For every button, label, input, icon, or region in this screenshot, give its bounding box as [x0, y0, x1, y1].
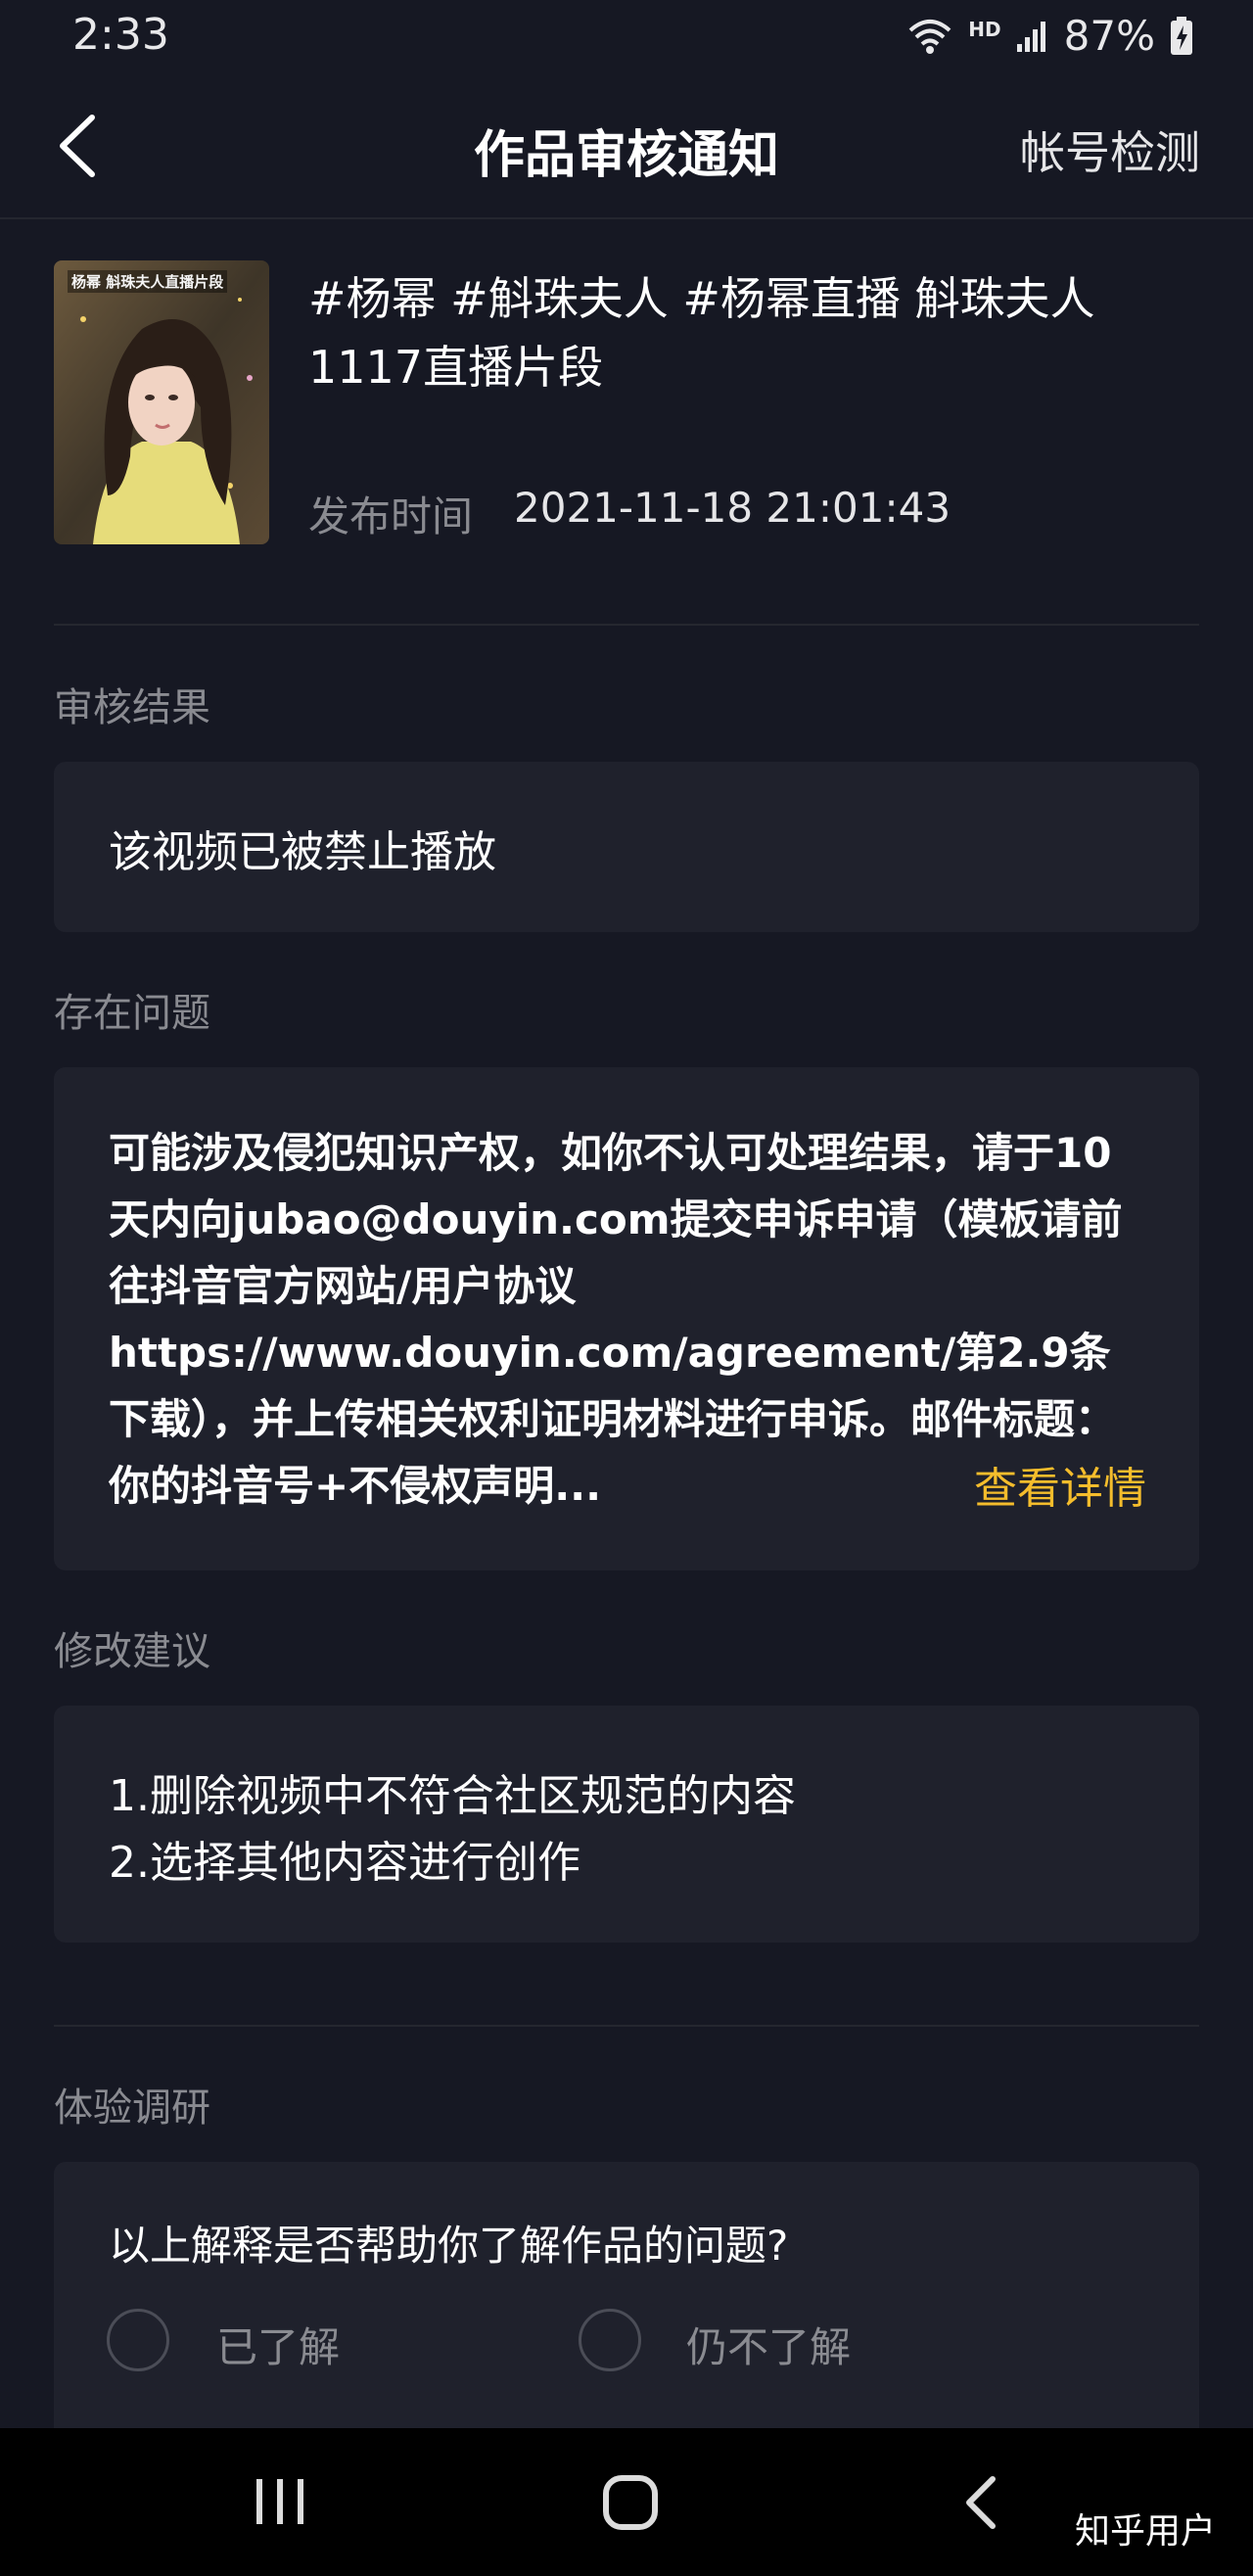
back-nav-icon[interactable] — [959, 2473, 1002, 2532]
radio-understood[interactable] — [107, 2309, 169, 2371]
video-thumbnail[interactable]: 杨幂 斛珠夫人直播片段 — [54, 260, 269, 544]
nav-divider — [0, 217, 1253, 219]
status-time: 2:33 — [72, 10, 169, 60]
publish-time-label: 发布时间 — [308, 492, 474, 540]
survey-box: 以上解释是否帮助你了解作品的问题? 已了解 仍不了解 — [54, 2162, 1199, 2428]
radio-not-understood[interactable] — [579, 2309, 641, 2371]
review-result-text: 该视频已被禁止播放 — [109, 827, 496, 877]
section-divider — [54, 2025, 1199, 2027]
review-result-box: 该视频已被禁止播放 — [54, 762, 1199, 932]
home-icon[interactable] — [601, 2473, 660, 2532]
section-divider — [54, 624, 1199, 626]
review-result-label: 审核结果 — [54, 685, 210, 730]
radio-not-understood-label[interactable]: 仍不了解 — [686, 2315, 851, 2374]
recent-apps-icon[interactable] — [253, 2475, 307, 2528]
suggestion-label: 修改建议 — [54, 1629, 210, 1674]
video-title: #杨幂 #斛珠夫人 #杨幂直播 斛珠夫人1117直播片段 — [308, 272, 1095, 394]
radio-understood-label[interactable]: 已了解 — [216, 2315, 340, 2374]
wifi-icon — [908, 19, 951, 54]
video-info[interactable]: 杨幂 斛珠夫人直播片段 #杨幂 #斛珠夫人 #杨幂直播 斛珠夫人1117直播片段… — [54, 260, 1199, 544]
system-nav-bar — [0, 2428, 1253, 2576]
issue-box: 可能涉及侵犯知识产权，如你不认可处理结果，请于10天内向jubao@douyin… — [54, 1067, 1199, 1570]
status-bar: 2:33 HD 87% — [0, 0, 1253, 74]
account-check-button[interactable]: 帐号检测 — [1020, 117, 1200, 182]
publish-time-value: 2021-11-18 21:01:43 — [514, 484, 951, 532]
top-nav-bar: 作品审核通知 帐号检测 — [0, 74, 1253, 217]
status-icons: HD 87% — [905, 12, 1194, 60]
suggestion-item: 2.选择其他内容进行创作 — [109, 1838, 580, 1888]
thumbnail-caption: 杨幂 斛珠夫人直播片段 — [68, 270, 228, 293]
suggestion-box: 1.删除视频中不符合社区规范的内容 2.选择其他内容进行创作 — [54, 1706, 1199, 1943]
battery-charging-icon — [1171, 16, 1192, 55]
battery-percent: 87% — [1063, 12, 1155, 60]
issue-label: 存在问题 — [54, 991, 210, 1036]
signal-icon — [1016, 21, 1045, 52]
watermark: 知乎用户 — [1074, 2511, 1216, 2552]
view-details-link[interactable]: 查看详情 — [974, 1453, 1146, 1516]
thumbnail-image — [54, 260, 269, 544]
survey-label: 体验调研 — [54, 2085, 210, 2131]
suggestion-item: 1.删除视频中不符合社区规范的内容 — [109, 1771, 796, 1821]
hd-badge: HD — [968, 17, 1001, 41]
survey-question: 以上解释是否帮助你了解作品的问题? — [109, 2222, 789, 2270]
